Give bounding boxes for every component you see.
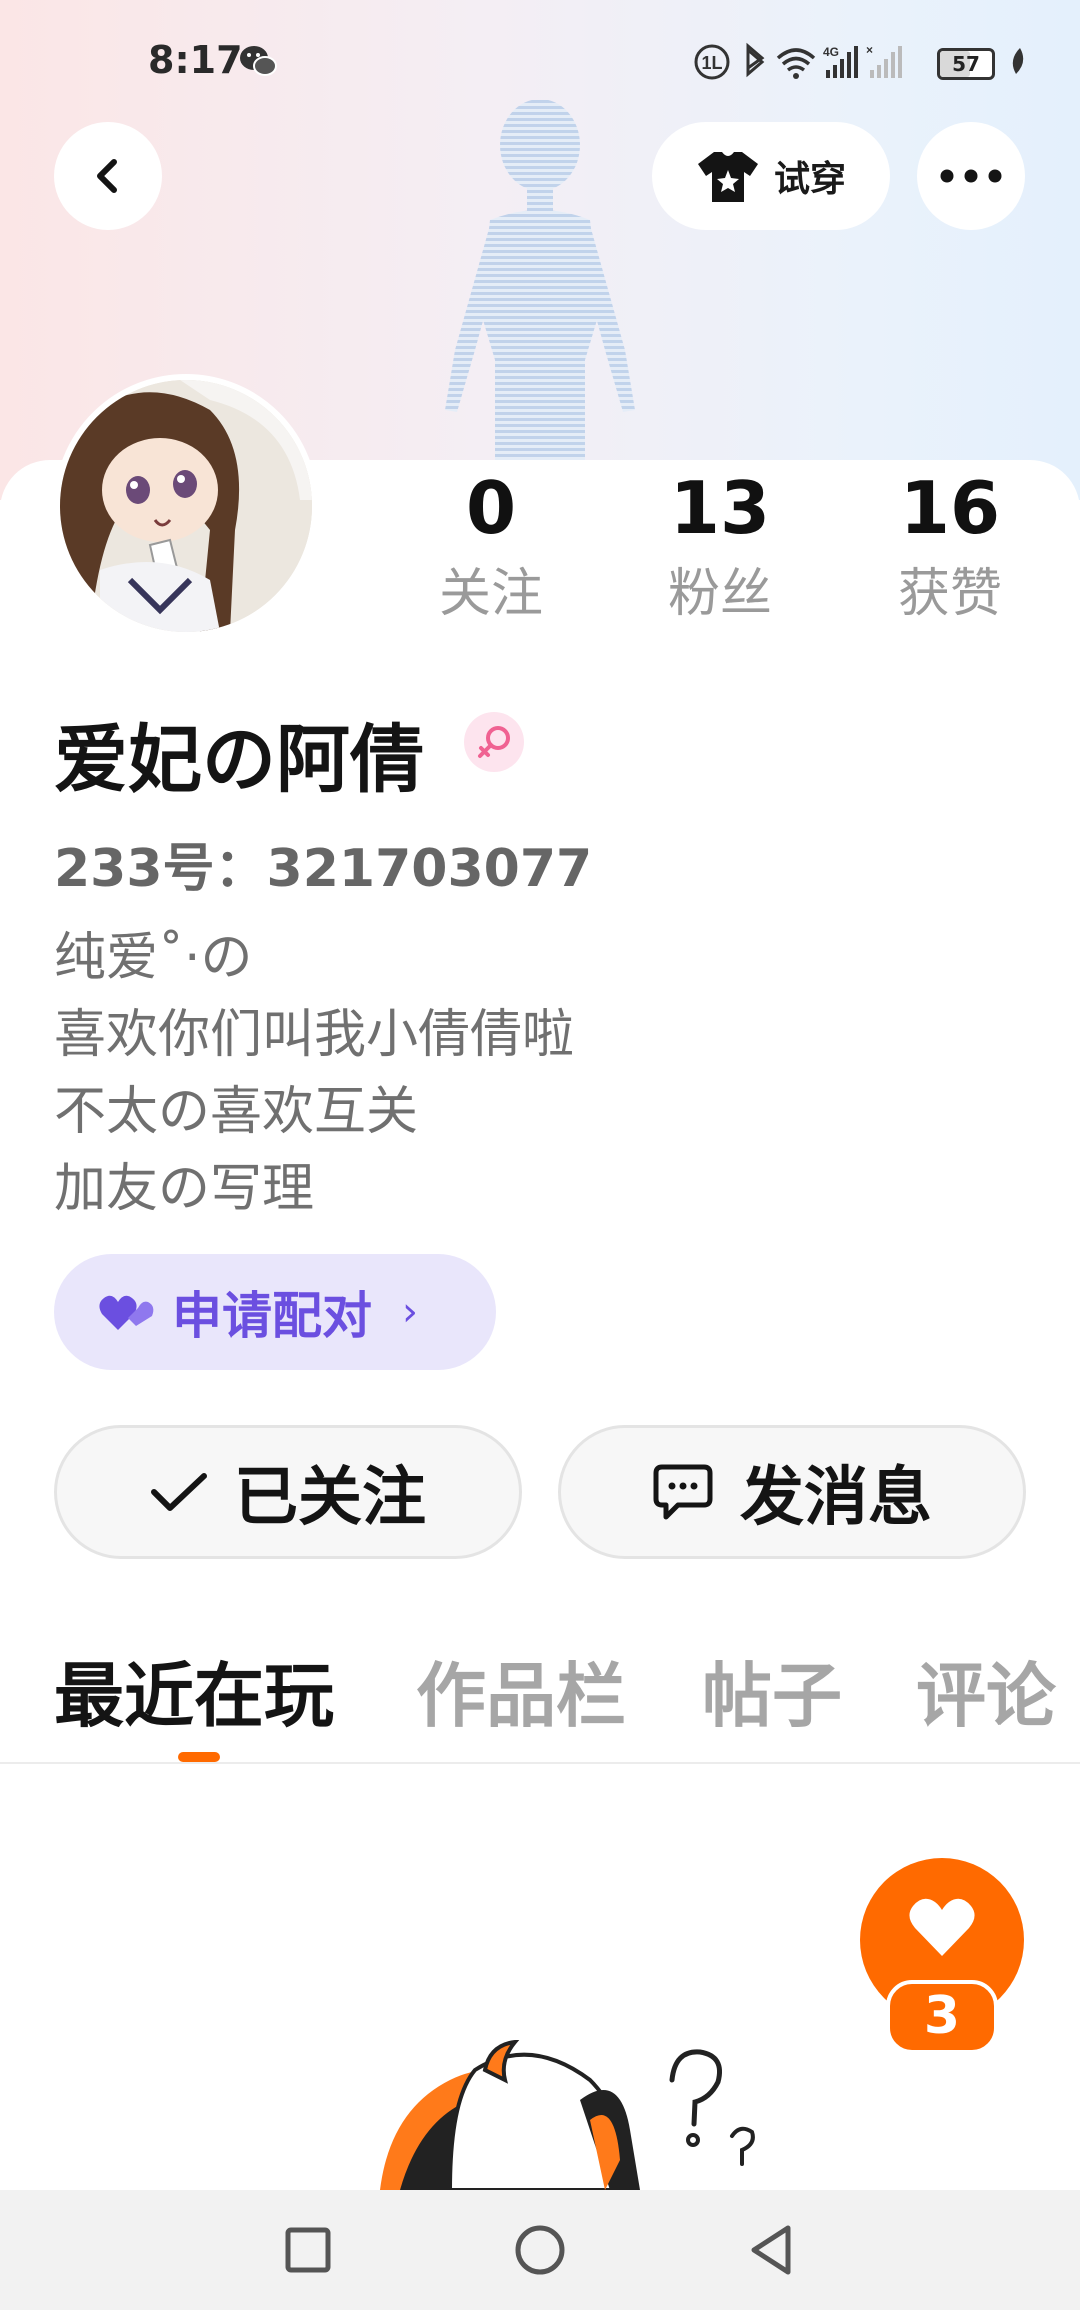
bio: 纯爱˚·の 喜欢你们叫我小倩倩啦 不太の喜欢互关 加友の写理 bbox=[54, 920, 954, 1228]
bio-line: 加友の写理 bbox=[54, 1159, 315, 1219]
avatar[interactable] bbox=[54, 374, 318, 638]
send-message-label: 发消息 bbox=[740, 1461, 932, 1535]
system-navigation-bar bbox=[0, 2190, 1080, 2310]
request-match-label: 申请配对 bbox=[172, 1287, 372, 1345]
mascot-illustration bbox=[380, 2040, 755, 2190]
checkmark-icon bbox=[151, 1473, 207, 1511]
profile-tabs: 最近在玩 作品栏 帖子 评论 bbox=[0, 1640, 1080, 1764]
hd-icon: 1L bbox=[694, 44, 730, 80]
avatar-image bbox=[60, 380, 312, 632]
recent-apps-button[interactable] bbox=[276, 2218, 340, 2282]
stat-followers-value: 13 bbox=[669, 466, 771, 550]
like-count-badge: 3 bbox=[886, 1980, 998, 2054]
avatar-outfit-figure bbox=[445, 100, 635, 470]
tab-comments[interactable]: 评论 bbox=[916, 1640, 1056, 1741]
user-id: 233号：321703077 bbox=[54, 839, 593, 899]
send-message-button[interactable]: 发消息 bbox=[558, 1425, 1026, 1559]
tab-posts[interactable]: 帖子 bbox=[702, 1640, 842, 1741]
status-bar: 8:17 1L 4G × bbox=[0, 30, 1080, 96]
stat-likes-value: 16 bbox=[899, 466, 1001, 550]
stat-followers[interactable]: 13 粉丝 bbox=[645, 466, 795, 624]
username: 爱妃の阿倩 bbox=[54, 717, 424, 803]
wifi-icon bbox=[776, 48, 816, 79]
tab-recently-played[interactable]: 最近在玩 bbox=[54, 1640, 334, 1741]
svg-text:1L: 1L bbox=[701, 53, 722, 73]
tshirt-icon bbox=[697, 152, 758, 202]
chat-bubble-icon bbox=[653, 1464, 713, 1520]
battery-level: 57 bbox=[952, 52, 980, 76]
stat-following-label: 关注 bbox=[438, 564, 543, 624]
svg-text:4G: 4G bbox=[823, 45, 839, 59]
bio-line: 喜欢你们叫我小倩倩啦 bbox=[54, 1005, 575, 1065]
stat-following-value: 0 bbox=[465, 466, 517, 550]
female-icon bbox=[478, 726, 510, 758]
home-button[interactable] bbox=[508, 2218, 572, 2282]
wechat-icon bbox=[240, 46, 277, 76]
followed-label: 已关注 bbox=[234, 1461, 426, 1535]
double-heart-icon bbox=[99, 1295, 154, 1330]
back-nav-button[interactable] bbox=[740, 2218, 804, 2282]
followed-button[interactable]: 已关注 bbox=[54, 1425, 522, 1559]
active-tab-indicator bbox=[178, 1752, 220, 1762]
bio-line: 纯爱˚·の bbox=[54, 928, 253, 988]
gender-badge bbox=[464, 712, 524, 772]
try-on-label: 试穿 bbox=[773, 159, 846, 200]
try-on-button[interactable]: 试穿 bbox=[652, 122, 890, 230]
leaf-icon bbox=[1012, 48, 1024, 74]
tab-works[interactable]: 作品栏 bbox=[416, 1640, 626, 1741]
svg-text:×: × bbox=[866, 43, 873, 57]
tabs-divider bbox=[0, 1762, 1080, 1764]
heart-icon bbox=[909, 1898, 975, 1956]
stat-likes[interactable]: 16 获赞 bbox=[875, 466, 1025, 624]
stat-followers-label: 粉丝 bbox=[667, 564, 772, 624]
request-match-button[interactable]: 申请配对 › bbox=[54, 1254, 496, 1370]
stat-following[interactable]: 0 关注 bbox=[416, 466, 566, 624]
signal-no-sim-icon: × bbox=[866, 43, 902, 78]
more-dots-icon bbox=[940, 169, 1002, 183]
more-options-button[interactable] bbox=[917, 122, 1025, 230]
status-time: 8:17 bbox=[148, 38, 243, 82]
back-button[interactable] bbox=[54, 122, 162, 230]
stat-likes-label: 获赞 bbox=[897, 564, 1002, 624]
signal-4g-icon: 4G bbox=[823, 45, 858, 78]
battery-indicator: 57 bbox=[937, 48, 995, 80]
bluetooth-icon bbox=[746, 42, 765, 78]
chevron-left-icon bbox=[97, 159, 117, 193]
bio-line: 不太の喜欢互关 bbox=[54, 1082, 419, 1142]
chevron-right-icon: › bbox=[402, 1289, 418, 1335]
